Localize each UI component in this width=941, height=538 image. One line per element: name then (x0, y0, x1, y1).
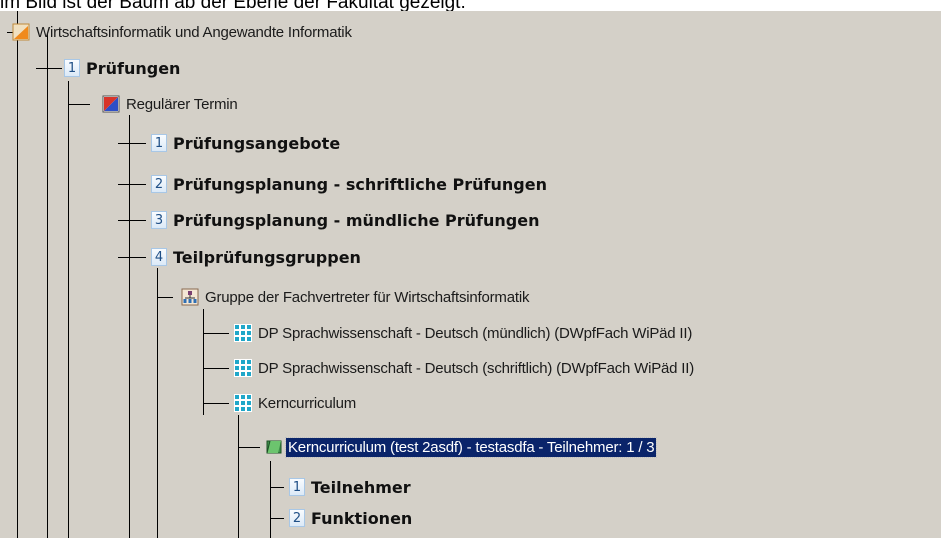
tree-line (47, 33, 48, 538)
tree-line (157, 268, 158, 538)
tree-line (36, 68, 62, 69)
tree-line (238, 447, 260, 448)
tree-line (203, 368, 229, 369)
tree-node-label: Funktionen (311, 508, 413, 528)
tree-line (118, 257, 146, 258)
calendar-flag-icon (102, 95, 120, 113)
tree-node-label: Prüfungsplanung - mündliche Prüfungen (173, 210, 540, 230)
tree-line (129, 115, 130, 538)
tree-node-teilnehmer[interactable]: 1 Teilnehmer (289, 474, 411, 500)
tree-node-root[interactable]: Wirtschaftsinformatik und Angewandte Inf… (12, 19, 352, 45)
tree-node-muendlich[interactable]: 3 Prüfungsplanung - mündliche Prüfungen (151, 207, 539, 233)
number-badge-icon: 2 (289, 509, 305, 527)
number-badge-icon: 2 (151, 175, 167, 193)
tree-line (270, 487, 284, 488)
tree-node-kern[interactable]: Kerncurriculum (234, 390, 356, 416)
tree-node-label: Gruppe der Fachvertreter für Wirtschafts… (205, 288, 530, 306)
tree-node-schriftlich[interactable]: 2 Prüfungsplanung - schriftliche Prüfung… (151, 171, 547, 197)
tree-line (17, 11, 18, 538)
tree-line (270, 518, 284, 519)
tree-line (68, 104, 90, 105)
tree-line (118, 220, 146, 221)
tree-node-label: Prüfungsangebote (173, 133, 341, 153)
tree-node-label: Prüfungen (86, 58, 181, 78)
tree-line (203, 333, 229, 334)
tree-line (203, 403, 229, 404)
number-badge-icon: 1 (151, 134, 167, 152)
tree-node-label: Wirtschaftsinformatik und Angewandte Inf… (36, 23, 352, 41)
tree-node-dp-schriftlich[interactable]: DP Sprachwissenschaft - Deutsch (schrift… (234, 355, 694, 381)
tree-node-angebote[interactable]: 1 Prüfungsangebote (151, 130, 340, 156)
tree-line (270, 461, 271, 538)
folder-orange-icon (12, 23, 30, 41)
number-badge-icon: 1 (289, 478, 305, 496)
tree-node-dp-muendlich[interactable]: DP Sprachwissenschaft - Deutsch (mündlic… (234, 320, 692, 346)
tree-node-pruefungen[interactable]: 1 Prüfungen (64, 55, 180, 81)
tree-node-label-selected: Kerncurriculum (test 2asdf) - testasdfa … (284, 436, 658, 458)
tree-line (238, 415, 239, 538)
group-icon (181, 288, 199, 306)
tree-node-label: DP Sprachwissenschaft - Deutsch (mündlic… (258, 324, 693, 342)
tree-node-label: Teilprüfungsgruppen (173, 247, 361, 267)
tree-line (118, 184, 146, 185)
tree-view[interactable]: Wirtschaftsinformatik und Angewandte Inf… (0, 11, 941, 538)
tree-node-funktionen[interactable]: 2 Funktionen (289, 505, 412, 531)
tree-node-kern-selected[interactable]: Kerncurriculum (test 2asdf) - testasdfa … (265, 434, 658, 460)
grid-icon (234, 359, 252, 377)
tree-node-gruppe[interactable]: Gruppe der Fachvertreter für Wirtschafts… (181, 284, 529, 310)
tree-node-teilgruppen[interactable]: 4 Teilprüfungsgruppen (151, 244, 361, 270)
book-icon (265, 438, 283, 456)
tree-line (157, 297, 173, 298)
tree-line (203, 309, 204, 415)
tree-line (118, 143, 146, 144)
tree-node-termin[interactable]: Regulärer Termin (102, 91, 238, 117)
tree-node-label: Kerncurriculum (258, 394, 357, 412)
number-badge-icon: 1 (64, 59, 80, 77)
tree-node-label: Teilnehmer (311, 477, 411, 497)
tree-node-label: DP Sprachwissenschaft - Deutsch (schrift… (258, 359, 695, 377)
tree-line (68, 81, 69, 538)
tree-node-label: Prüfungsplanung - schriftliche Prüfungen (173, 174, 547, 194)
grid-icon (234, 394, 252, 412)
grid-icon (234, 324, 252, 342)
tree-node-label: Regulärer Termin (126, 95, 238, 113)
number-badge-icon: 3 (151, 211, 167, 229)
number-badge-icon: 4 (151, 248, 167, 266)
